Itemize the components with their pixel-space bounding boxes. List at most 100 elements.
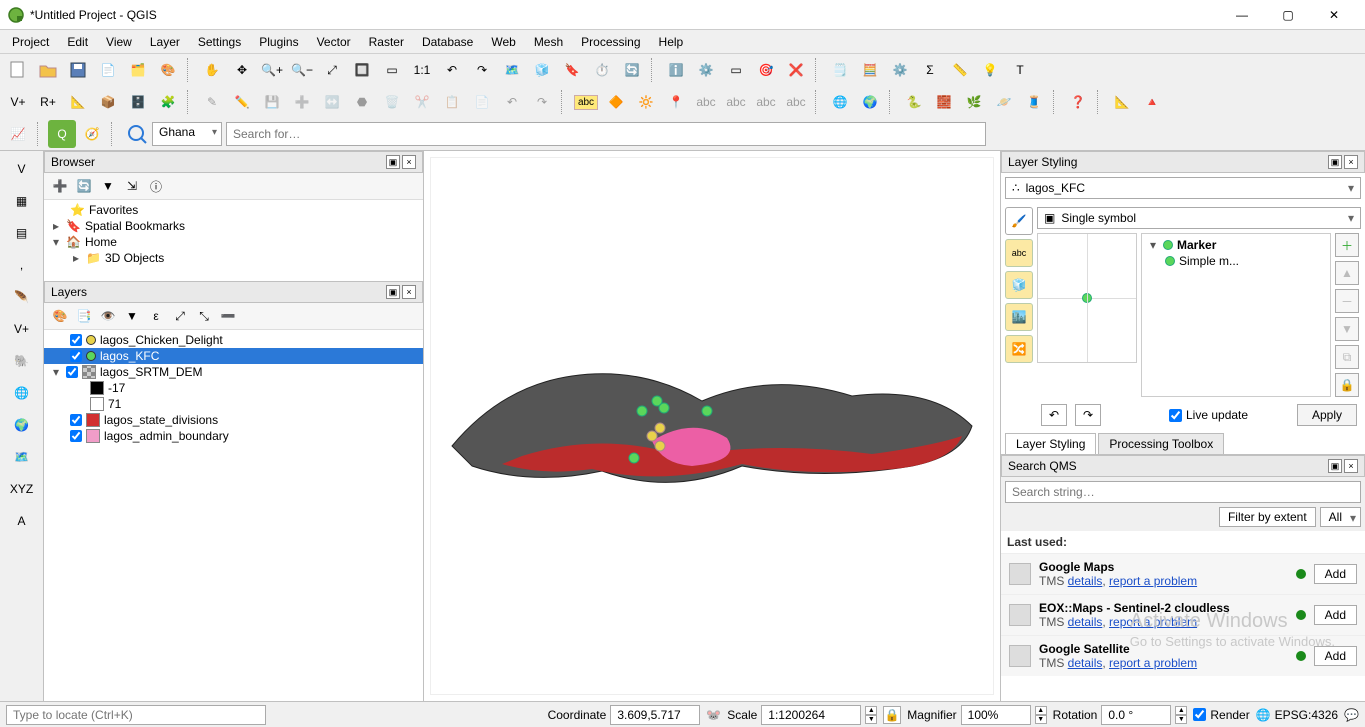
quickosm-button[interactable]: Q	[48, 120, 76, 148]
browser-tree[interactable]: ⭐Favorites ▸🔖Spatial Bookmarks ▾🏠Home ▸📁…	[44, 200, 423, 281]
tab-layer-styling[interactable]: Layer Styling	[1005, 433, 1096, 454]
details-link[interactable]: details	[1068, 615, 1103, 629]
style-manager-button[interactable]: 🎨	[154, 56, 182, 84]
layers-close-button[interactable]: ×	[402, 285, 416, 299]
coordinate-value[interactable]	[610, 705, 700, 725]
planet-button[interactable]: 🪐	[990, 88, 1018, 116]
measure-button[interactable]: 📏	[946, 56, 974, 84]
styling-undock-button[interactable]: ▣	[1328, 155, 1342, 169]
magnifier-value[interactable]	[961, 705, 1031, 725]
pan-button[interactable]: ✋	[198, 56, 226, 84]
python-console-button[interactable]: 🐍	[900, 88, 928, 116]
zoom-native-button[interactable]: 1:1	[408, 56, 436, 84]
menu-help[interactable]: Help	[651, 32, 692, 52]
topology-checker-button[interactable]: 🔺	[1138, 88, 1166, 116]
move-feature-button[interactable]: ↔️	[318, 88, 346, 116]
symbol-layer-tree[interactable]: ▾Marker Simple m...	[1141, 233, 1331, 397]
minimize-button[interactable]: —	[1219, 0, 1265, 30]
current-edits-button[interactable]: ✎	[198, 88, 226, 116]
magnifier-spinner[interactable]: ▲▼	[1035, 706, 1047, 724]
change-label-button[interactable]: abc	[782, 88, 810, 116]
osm-tools-button[interactable]: 🧵	[1020, 88, 1048, 116]
cut-button[interactable]: ✂️	[408, 88, 436, 116]
symbology-tab-icon[interactable]: 🖌️	[1005, 207, 1033, 235]
extents-icon[interactable]: 🐭	[706, 708, 721, 722]
new-print-layout-button[interactable]: 📄	[94, 56, 122, 84]
qms-list[interactable]: Last used: Google MapsTMS details, repor…	[1001, 531, 1365, 701]
history-tab-icon[interactable]: 🔀	[1005, 335, 1033, 363]
menu-raster[interactable]: Raster	[361, 32, 412, 52]
filter-type-select[interactable]: All	[1320, 507, 1361, 527]
label-tool-button[interactable]: abc	[572, 88, 600, 116]
rotation-spinner[interactable]: ▲▼	[1175, 706, 1187, 724]
layer-visibility-checkbox[interactable]	[70, 430, 82, 442]
add-raster-button[interactable]: R+	[34, 88, 62, 116]
statistics-button[interactable]: Σ	[916, 56, 944, 84]
symbol-preview[interactable]	[1037, 233, 1137, 363]
add-wcs-layer-icon[interactable]: 🌍	[8, 411, 36, 439]
maximize-button[interactable]: ▢	[1265, 0, 1311, 30]
browser-undock-button[interactable]: ▣	[386, 155, 400, 169]
label-pin-button[interactable]: 📍	[662, 88, 690, 116]
scale-spinner[interactable]: ▲▼	[865, 706, 877, 724]
layout-manager-button[interactable]: 🗂️	[124, 56, 152, 84]
toolbox-button[interactable]: ⚙️	[886, 56, 914, 84]
add-virtual-layer-icon[interactable]: V+	[8, 315, 36, 343]
add-spatialite-layer-icon[interactable]: 🪶	[8, 283, 36, 311]
menu-web[interactable]: Web	[483, 32, 523, 52]
menu-edit[interactable]: Edit	[59, 32, 96, 52]
new-geopackage-button[interactable]: 📦	[94, 88, 122, 116]
zoom-last-button[interactable]: ↶	[438, 56, 466, 84]
menu-settings[interactable]: Settings	[190, 32, 249, 52]
country-select[interactable]: Ghana	[152, 122, 222, 146]
pan-to-selection-button[interactable]: ✥	[228, 56, 256, 84]
expander-icon[interactable]: ▸	[70, 251, 82, 265]
details-link[interactable]: details	[1068, 656, 1103, 670]
layer-visibility-checkbox[interactable]	[70, 350, 82, 362]
rotation-value[interactable]	[1101, 705, 1171, 725]
new-virtual-button[interactable]: 🧩	[154, 88, 182, 116]
layer-expression-icon[interactable]: ε	[146, 306, 166, 326]
open-attr-table-button[interactable]: 🗒️	[826, 56, 854, 84]
diagram-tool-button[interactable]: 🔶	[602, 88, 630, 116]
expander-icon[interactable]: ▸	[50, 219, 62, 233]
save-project-button[interactable]	[64, 56, 92, 84]
simple-marker-row[interactable]: Simple m...	[1145, 253, 1327, 269]
undo-button[interactable]: ↶	[498, 88, 526, 116]
toggle-editing-button[interactable]: ✏️	[228, 88, 256, 116]
add-raster-layer-icon[interactable]: ▦	[8, 187, 36, 215]
zoom-in-button[interactable]: 🔍+	[258, 56, 286, 84]
layer-row[interactable]: lagos_admin_boundary	[44, 428, 423, 444]
layer-row[interactable]: -17	[44, 380, 423, 396]
browser-item-3dobjects[interactable]: ▸📁3D Objects	[44, 250, 423, 266]
new-spatialite-button[interactable]: 🗄️	[124, 88, 152, 116]
layer-style-icon[interactable]: 🎨	[50, 306, 70, 326]
styling-layer-select[interactable]: ∴ lagos_KFC	[1005, 177, 1361, 199]
identify-button[interactable]: ℹ️	[662, 56, 690, 84]
add-symbol-layer-button[interactable]: ＋	[1335, 233, 1359, 257]
labels-tab-icon[interactable]: abc	[1005, 239, 1033, 267]
qms-search-input[interactable]	[1005, 481, 1361, 503]
layer-add-group-icon[interactable]: 📑	[74, 306, 94, 326]
profile-tool-button[interactable]: 📈	[4, 120, 32, 148]
browser-item-favorites[interactable]: ⭐Favorites	[44, 202, 423, 218]
locator-input[interactable]	[6, 705, 266, 725]
expander-icon[interactable]: ▾	[50, 235, 62, 249]
marker-row[interactable]: ▾Marker	[1145, 237, 1327, 253]
browser-add-icon[interactable]: ➕	[50, 176, 70, 196]
layer-row[interactable]: 71	[44, 396, 423, 412]
scale-value[interactable]	[761, 705, 861, 725]
map-tips-button[interactable]: 💡	[976, 56, 1004, 84]
georeferencer-button[interactable]: 📐	[1108, 88, 1136, 116]
map-canvas[interactable]	[430, 157, 994, 695]
new-map-view-button[interactable]: 🗺️	[498, 56, 526, 84]
layer-collapse-icon[interactable]: ⤡	[194, 306, 214, 326]
redo-button[interactable]: ↷	[528, 88, 556, 116]
style-back-button[interactable]: ↶	[1041, 404, 1067, 426]
layer-expand-icon[interactable]: ⤢	[170, 306, 190, 326]
browser-properties-icon[interactable]: ⓘ	[146, 176, 166, 196]
refresh-button[interactable]: 🔄	[618, 56, 646, 84]
browser-collapse-icon[interactable]: ⇲	[122, 176, 142, 196]
layer-visibility-checkbox[interactable]	[70, 414, 82, 426]
layer-row[interactable]: lagos_state_divisions	[44, 412, 423, 428]
